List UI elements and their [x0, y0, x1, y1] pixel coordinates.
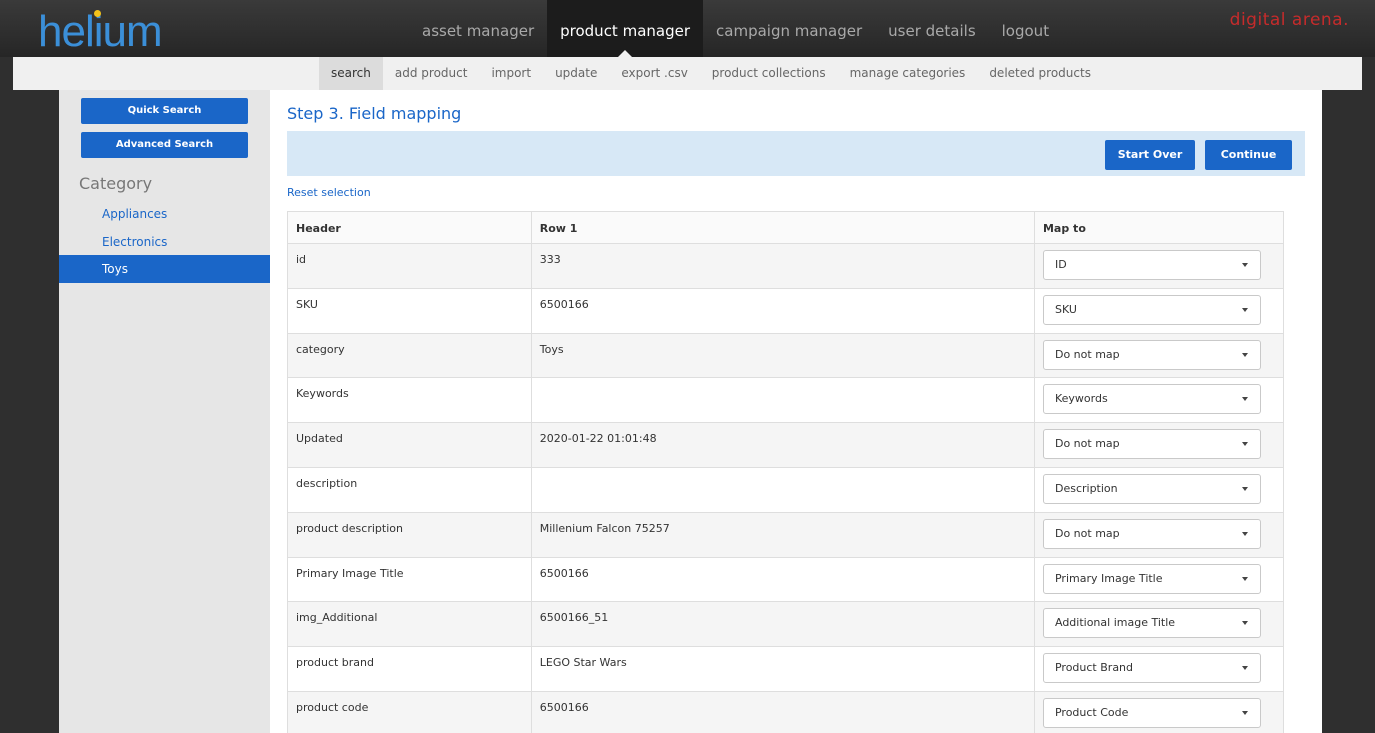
- row1-cell: 2020-01-22 01:01:48: [530, 422, 1035, 468]
- subnav-export-csv[interactable]: export .csv: [609, 57, 699, 90]
- row1-cell: 6500166: [530, 690, 1035, 733]
- nav-asset-manager[interactable]: asset manager: [409, 0, 547, 57]
- map-to-select[interactable]: Additional image Title: [1042, 608, 1261, 639]
- nav-logout[interactable]: logout: [989, 0, 1062, 57]
- map-to-select[interactable]: Keywords: [1042, 384, 1261, 415]
- chevron-down-icon: [1241, 307, 1248, 312]
- header-cell: Updated: [287, 422, 532, 468]
- start-over-button[interactable]: Start Over: [1105, 140, 1195, 170]
- chevron-down-icon: [1241, 397, 1248, 402]
- row1-cell: 6500166: [530, 556, 1035, 603]
- table-header-row: Header Row 1 Map to: [287, 211, 1285, 244]
- row1-cell: [530, 466, 1035, 513]
- page-title: Step 3. Field mapping: [287, 104, 462, 123]
- table-row: Updated 2020-01-22 01:01:48 Do not map: [287, 422, 1285, 468]
- sidebar: Quick Search Advanced Search Category Ap…: [59, 90, 270, 733]
- subnav-add-product[interactable]: add product: [383, 57, 480, 90]
- category-toys[interactable]: Toys: [59, 255, 270, 283]
- header-cell: product code: [287, 690, 532, 733]
- map-to-select[interactable]: Product Code: [1042, 697, 1261, 728]
- table-row: Keywords Keywords: [287, 377, 1285, 424]
- table-row: description Description: [287, 466, 1285, 513]
- chevron-down-icon: [1241, 710, 1248, 715]
- quick-search-button[interactable]: Quick Search: [81, 98, 248, 124]
- row1-cell: 6500166_51: [530, 601, 1035, 648]
- category-electronics[interactable]: Electronics: [59, 228, 270, 256]
- top-bar: helium asset manager product manager cam…: [0, 0, 1375, 57]
- subnav-search[interactable]: search: [319, 57, 383, 90]
- chevron-down-icon: [1241, 531, 1248, 536]
- column-header: Map to: [1033, 211, 1285, 244]
- row1-cell: 333: [530, 243, 1035, 289]
- header-cell: description: [287, 466, 532, 513]
- column-header: Header: [287, 211, 532, 244]
- map-to-select[interactable]: ID: [1042, 250, 1261, 280]
- map-to-select[interactable]: Do not map: [1042, 339, 1261, 370]
- table-row: category Toys Do not map: [287, 332, 1285, 379]
- subnav-manage-categories[interactable]: manage categories: [838, 57, 978, 90]
- logo-dot-icon: [94, 10, 101, 17]
- chevron-down-icon: [1241, 621, 1248, 626]
- table-row: Primary Image Title 6500166 Primary Imag…: [287, 556, 1285, 603]
- map-to-select[interactable]: Description: [1042, 473, 1261, 504]
- sub-nav: search add product import update export …: [13, 57, 1362, 90]
- subnav-deleted-products[interactable]: deleted products: [977, 57, 1103, 90]
- header-cell: id: [287, 243, 532, 289]
- field-mapping-table: Header Row 1 Map to id 333 ID SKU 650016…: [287, 211, 1285, 733]
- main-content: Step 3. Field mapping Start Over Continu…: [270, 90, 1322, 733]
- advanced-search-button[interactable]: Advanced Search: [81, 132, 248, 158]
- nav-campaign-manager[interactable]: campaign manager: [703, 0, 875, 57]
- header-cell: product brand: [287, 646, 532, 692]
- subnav-update[interactable]: update: [543, 57, 609, 90]
- map-to-select[interactable]: Product Brand: [1042, 653, 1261, 684]
- map-to-select[interactable]: Primary Image Title: [1042, 563, 1261, 594]
- row1-cell: Millenium Falcon 75257: [530, 511, 1035, 558]
- table-row: img_Additional 6500166_51 Additional ima…: [287, 601, 1285, 648]
- category-appliances[interactable]: Appliances: [59, 200, 270, 228]
- row1-cell: [530, 377, 1035, 424]
- table-row: product description Millenium Falcon 752…: [287, 511, 1285, 558]
- row1-cell: 6500166: [530, 287, 1035, 334]
- chevron-down-icon: [1241, 486, 1248, 491]
- table-row: product brand LEGO Star Wars Product Bra…: [287, 646, 1285, 692]
- nav-user-details[interactable]: user details: [875, 0, 988, 57]
- reset-selection-link[interactable]: Reset selection: [287, 186, 371, 199]
- header-cell: category: [287, 332, 532, 379]
- chevron-down-icon: [1241, 263, 1248, 267]
- header-cell: SKU: [287, 287, 532, 334]
- chevron-down-icon: [1241, 352, 1248, 357]
- header-cell: product description: [287, 511, 532, 558]
- helium-logo[interactable]: helium: [38, 10, 163, 54]
- continue-button[interactable]: Continue: [1205, 140, 1292, 170]
- subnav-import[interactable]: import: [479, 57, 543, 90]
- chevron-down-icon: [1241, 576, 1248, 581]
- column-header: Row 1: [530, 211, 1035, 244]
- table-row: id 333 ID: [287, 243, 1285, 289]
- chevron-down-icon: [1241, 666, 1248, 671]
- row1-cell: Toys: [530, 332, 1035, 379]
- map-to-select[interactable]: Do not map: [1042, 518, 1261, 549]
- map-to-select[interactable]: SKU: [1042, 294, 1261, 325]
- table-row: product code 6500166 Product Code: [287, 690, 1285, 733]
- row1-cell: LEGO Star Wars: [530, 646, 1035, 692]
- header-cell: img_Additional: [287, 601, 532, 648]
- header-cell: Primary Image Title: [287, 556, 532, 603]
- table-row: SKU 6500166 SKU: [287, 287, 1285, 334]
- nav-product-manager[interactable]: product manager: [547, 0, 704, 57]
- category-heading: Category: [79, 174, 153, 193]
- map-to-select[interactable]: Do not map: [1042, 429, 1261, 460]
- action-bar: Start Over Continue: [287, 131, 1305, 176]
- main-nav: asset manager product manager campaign m…: [409, 0, 1062, 57]
- brand-logo: digital arena.: [1229, 10, 1349, 30]
- header-cell: Keywords: [287, 377, 532, 424]
- chevron-down-icon: [1241, 442, 1248, 447]
- subnav-product-collections[interactable]: product collections: [700, 57, 838, 90]
